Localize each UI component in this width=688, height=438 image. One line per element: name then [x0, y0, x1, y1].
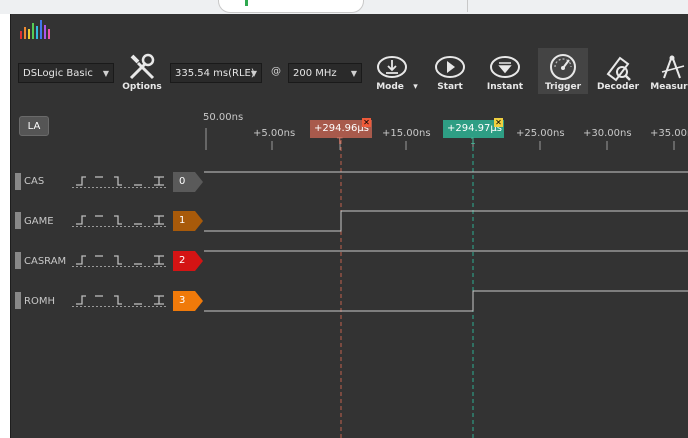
- device-select[interactable]: DSLogic Basic ▼: [18, 63, 114, 83]
- instant-label: Instant: [486, 82, 524, 92]
- options-button[interactable]: Options: [120, 52, 164, 92]
- channel-index-tag[interactable]: [173, 251, 203, 271]
- ruler-origin-label: 50.00ns: [203, 112, 244, 123]
- decoder-label: Decoder: [596, 82, 640, 92]
- channel-drag-handle[interactable]: [15, 173, 21, 190]
- channel-index: 1: [179, 215, 186, 226]
- mode-button[interactable]: Mode ▾: [370, 52, 418, 92]
- trigger-edge-icons[interactable]: [70, 253, 168, 267]
- ruler-tick-label: +15.00ns: [382, 128, 431, 139]
- channel-drag-handle[interactable]: [15, 292, 21, 309]
- channel-index: 2: [179, 255, 186, 266]
- instant-capture-icon: [490, 56, 520, 78]
- measure-label: Measure: [650, 82, 688, 92]
- channel-index: 0: [179, 176, 186, 187]
- chevron-down-icon: ▼: [250, 69, 257, 78]
- cursor-1-marker: 1: [470, 137, 476, 147]
- decoder-icon: [606, 56, 631, 82]
- at-label: @: [271, 66, 281, 77]
- sample-rate-select[interactable]: 200 MHz ▼: [288, 63, 362, 83]
- play-icon: [435, 56, 465, 78]
- channel-index: 3: [179, 295, 186, 306]
- chevron-down-icon: ▼: [102, 69, 109, 78]
- ruler-tick-label: +30.00ns: [583, 128, 632, 139]
- channel-index-tag[interactable]: [173, 172, 203, 192]
- background-panel: [467, 0, 688, 12]
- instant-button[interactable]: Instant: [483, 52, 527, 92]
- app-logo-icon: [20, 20, 50, 39]
- start-label: Start: [437, 82, 463, 92]
- cursor-t-marker: T: [337, 137, 343, 147]
- start-button[interactable]: Start: [428, 52, 472, 92]
- channel-drag-handle[interactable]: [15, 252, 21, 269]
- sample-rate-value: 200 MHz: [293, 68, 337, 79]
- ruler-tick-label: +35.00n: [650, 128, 688, 139]
- chevron-down-icon: ▼: [350, 69, 357, 78]
- trigger-label: Trigger: [544, 82, 582, 92]
- mode-label: Mode ▾: [376, 82, 418, 92]
- cursor-t-close-icon[interactable]: ✕: [362, 118, 371, 127]
- ruler-tick-label: +25.00ns: [516, 128, 565, 139]
- ruler-tick-label: +5.00ns: [253, 128, 296, 139]
- la-button[interactable]: LA: [19, 116, 49, 136]
- measure-button[interactable]: Measure: [650, 52, 688, 92]
- trigger-edge-icons[interactable]: [70, 293, 168, 307]
- sample-time-select[interactable]: 335.54 ms(RLE) ▼: [170, 63, 262, 83]
- measure-compass-icon: [661, 55, 685, 79]
- cursor-t-time: +294.96µs: [314, 123, 369, 134]
- trigger-edge-icons[interactable]: [70, 213, 168, 227]
- trigger-gauge-icon: [550, 54, 576, 80]
- channel-name: CASRAM: [24, 256, 67, 267]
- channel-name: GAME: [24, 216, 54, 227]
- channel-drag-handle[interactable]: [15, 212, 21, 229]
- channel-index-tag[interactable]: [173, 291, 203, 311]
- device-select-value: DSLogic Basic: [23, 68, 93, 79]
- options-label: Options: [122, 82, 162, 92]
- channel-name: CAS: [24, 176, 45, 187]
- wrench-screwdriver-icon: [129, 53, 155, 80]
- channel-index-tag[interactable]: [173, 211, 203, 231]
- trigger-button[interactable]: Trigger: [541, 52, 585, 92]
- background-tab: [218, 0, 364, 13]
- channel-name: ROMH: [24, 296, 55, 307]
- download-arrow-icon: [377, 56, 407, 78]
- cursor-1-close-icon[interactable]: ✕: [494, 118, 503, 127]
- decoder-button[interactable]: Decoder: [596, 52, 640, 92]
- trigger-edge-icons[interactable]: [70, 174, 168, 188]
- sample-time-value: 335.54 ms(RLE): [175, 68, 255, 79]
